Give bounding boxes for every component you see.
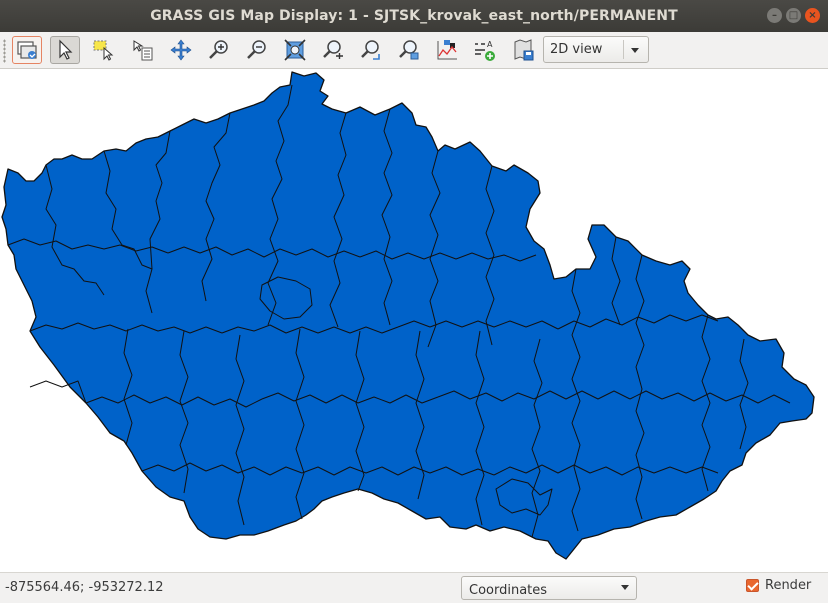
select-button[interactable] [88,36,118,64]
zoom-menu-icon [323,40,343,59]
analyze-icon [437,40,457,60]
minimize-icon[interactable]: – [767,8,782,23]
zoom-back-icon [361,40,380,60]
query-button[interactable] [128,36,158,64]
pan-button[interactable] [166,36,196,64]
analyze-button[interactable] [432,36,462,64]
zoom-extent-icon [284,39,306,61]
zoom-in-button[interactable] [204,36,234,64]
czech-districts-map [1,71,815,560]
close-icon[interactable]: × [805,8,820,23]
query-icon [133,40,153,61]
view-mode-value: 2D view [550,42,603,57]
window-title: GRASS GIS Map Display: 1 - SJTSK_krovak_… [150,8,678,24]
pan-icon [170,39,192,61]
chevron-down-icon [631,48,639,53]
zoom-region-button[interactable] [394,36,424,64]
window-controls: – □ × [767,8,820,23]
zoom-out-button[interactable] [242,36,272,64]
save-image-button[interactable] [508,36,538,64]
display-map-button[interactable] [12,36,42,64]
map-toolbar: A 2D view [0,32,828,69]
pointer-icon [59,39,73,60]
toolbar-grip-icon[interactable] [3,39,6,63]
view-mode-select[interactable]: 2D view [543,36,649,63]
chevron-down-icon [621,585,629,590]
zoom-in-icon [209,40,228,59]
decoration-button[interactable]: A [470,36,500,64]
render-toggle[interactable]: Render [746,578,811,593]
zoom-region-icon [399,40,419,60]
zoom-out-icon [247,40,266,59]
zoom-back-button[interactable] [356,36,386,64]
svg-text:A: A [487,40,493,49]
display-map-icon [17,41,37,59]
window-titlebar: GRASS GIS Map Display: 1 - SJTSK_krovak_… [0,0,828,32]
statusbar-mode-select[interactable]: Coordinates [461,576,637,600]
coordinates-readout: -875564.46; -953272.12 [5,580,164,595]
country-outline [1,71,815,560]
zoom-menu-button[interactable] [318,36,348,64]
render-checkbox[interactable] [746,579,759,592]
statusbar-mode-value: Coordinates [469,583,548,598]
select-icon [93,40,114,61]
render-label: Render [765,578,812,593]
maximize-icon[interactable]: □ [786,8,801,23]
status-bar: -875564.46; -953272.12 Coordinates Rende… [0,572,828,603]
decoration-icon: A [475,40,495,61]
zoom-extent-button[interactable] [280,36,310,64]
map-canvas[interactable] [0,69,828,572]
select-divider [623,40,624,59]
pointer-button[interactable] [50,36,80,64]
save-image-icon [514,39,534,61]
